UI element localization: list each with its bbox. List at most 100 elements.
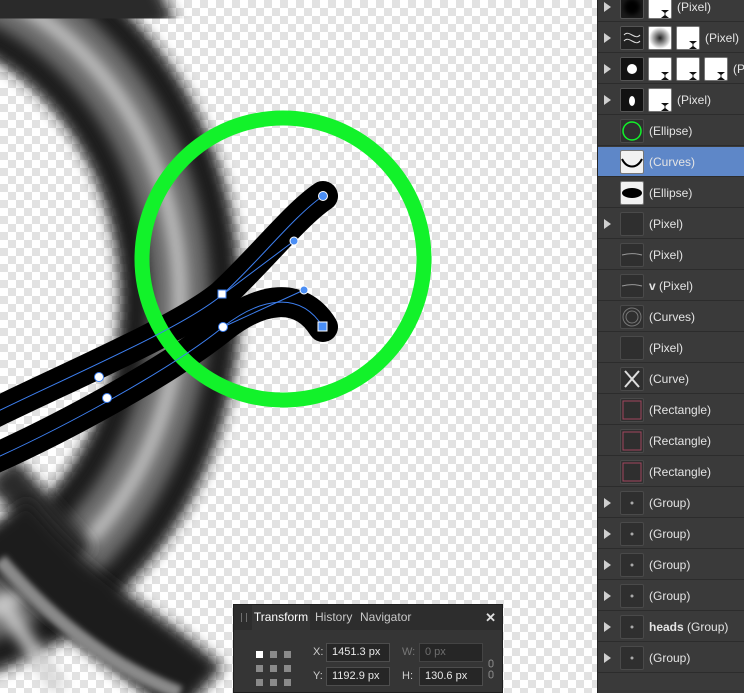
layer-label: (Curve): [649, 372, 689, 386]
layer-row[interactable]: (Pixel): [598, 85, 744, 115]
dot-thumb: [620, 584, 644, 608]
layer-label: (Rectangle): [649, 465, 711, 479]
layer-row[interactable]: (Group): [598, 488, 744, 518]
layer-label: (Pixel): [677, 93, 711, 107]
dot-thumb: [620, 491, 644, 515]
layer-row[interactable]: (Pixel): [598, 209, 744, 239]
green-ring-thumb: [620, 119, 644, 143]
mask-thumb: [704, 57, 728, 81]
mask-thumb: [648, 0, 672, 19]
expand-arrow-icon[interactable]: [604, 498, 611, 508]
anchor-bottom-right[interactable]: [284, 679, 291, 686]
layer-type: (Group): [649, 527, 691, 541]
layer-row[interactable]: (Ellipse): [598, 116, 744, 146]
layer-row[interactable]: (Curves): [598, 147, 744, 177]
layer-row[interactable]: (Curves): [598, 302, 744, 332]
anchor-bottom-center[interactable]: [270, 679, 277, 686]
layer-label: (Group): [649, 496, 690, 510]
layers-panel: (Pixel) (Pixel) (P (Pixel) (Ellipse) (Curves)…: [597, 0, 744, 693]
layer-name: heads: [649, 620, 684, 634]
layer-label: (Rectangle): [649, 434, 711, 448]
line-thumb: [620, 274, 644, 298]
layer-type: (Ellipse): [649, 124, 693, 138]
layer-label: (Curves): [649, 310, 695, 324]
layer-row[interactable]: (Rectangle): [598, 457, 744, 487]
layer-row[interactable]: (Pixel): [598, 23, 744, 53]
layer-row[interactable]: (Group): [598, 643, 744, 673]
expand-arrow-icon[interactable]: [604, 622, 611, 632]
layer-row[interactable]: v (Pixel): [598, 271, 744, 301]
layer-row[interactable]: heads (Group): [598, 612, 744, 642]
rect-thumb: [620, 398, 644, 422]
expand-arrow-icon[interactable]: [604, 591, 611, 601]
mask-thumb: [676, 57, 700, 81]
anchor-top-left[interactable]: [256, 651, 263, 658]
layer-type: (Ellipse): [649, 186, 693, 200]
dot-thumb: [620, 522, 644, 546]
tab-transform[interactable]: Transform: [252, 605, 310, 630]
layer-type: (Pixel): [649, 217, 684, 231]
y-field[interactable]: 1192.9 px: [326, 667, 390, 686]
layer-label: (Ellipse): [649, 186, 692, 200]
anchor-bottom-left[interactable]: [256, 679, 263, 686]
layer-row[interactable]: (Group): [598, 519, 744, 549]
x-field[interactable]: 1451.3 px: [326, 643, 390, 662]
expand-arrow-icon[interactable]: [604, 560, 611, 570]
mask-thumb: [676, 26, 700, 50]
y-label: Y:: [313, 670, 323, 682]
layer-label: (Group): [649, 527, 690, 541]
expand-arrow-icon[interactable]: [604, 64, 611, 74]
document-canvas[interactable]: [0, 0, 597, 693]
layer-row[interactable]: (P: [598, 54, 744, 84]
h-label: H:: [402, 670, 413, 682]
anchor-point-selector[interactable]: [256, 651, 292, 687]
layer-row[interactable]: (Rectangle): [598, 426, 744, 456]
w-field[interactable]: 0 px: [419, 643, 483, 662]
dot-thumb: [620, 553, 644, 577]
layer-row[interactable]: (Curve): [598, 364, 744, 394]
expand-arrow-icon[interactable]: [604, 33, 611, 43]
layer-type: (Pixel): [677, 0, 712, 14]
layer-label: (Curves): [649, 155, 695, 169]
blank-thumb: [620, 336, 644, 360]
layer-row[interactable]: (Pixel): [598, 0, 744, 22]
cross-thumb: [620, 367, 644, 391]
glow-thumb: [620, 57, 644, 81]
expand-arrow-icon[interactable]: [604, 529, 611, 539]
layer-type: (Group): [649, 558, 691, 572]
tab-history[interactable]: History: [315, 605, 352, 630]
blank-thumb: [620, 212, 644, 236]
anchor-middle-right[interactable]: [284, 665, 291, 672]
layer-type: (Pixel): [705, 31, 740, 45]
layer-row[interactable]: (Group): [598, 550, 744, 580]
h-field[interactable]: 130.6 px: [419, 667, 483, 686]
expand-arrow-icon[interactable]: [604, 219, 611, 229]
layer-row[interactable]: (Rectangle): [598, 395, 744, 425]
anchor-top-right[interactable]: [284, 651, 291, 658]
layer-row[interactable]: (Ellipse): [598, 178, 744, 208]
layer-label: v (Pixel): [649, 279, 693, 293]
dot-thumb: [620, 646, 644, 670]
curve-thumb: [620, 150, 644, 174]
layer-row[interactable]: (Pixel): [598, 333, 744, 363]
layer-label: (Ellipse): [649, 124, 692, 138]
layer-label: (Pixel): [649, 341, 683, 355]
layer-row[interactable]: (Pixel): [598, 240, 744, 270]
tab-navigator[interactable]: Navigator: [360, 605, 411, 630]
panel-grip-icon[interactable]: [241, 613, 247, 622]
anchor-top-center[interactable]: [270, 651, 277, 658]
expand-arrow-icon[interactable]: [604, 95, 611, 105]
layer-label: (P: [733, 62, 744, 76]
expand-arrow-icon[interactable]: [604, 653, 611, 663]
anchor-center[interactable]: [270, 665, 277, 672]
spot-thumb: [620, 88, 644, 112]
anchor-middle-left[interactable]: [256, 665, 263, 672]
expand-arrow-icon[interactable]: [604, 2, 611, 12]
layer-label: (Pixel): [649, 217, 683, 231]
rect-thumb: [620, 460, 644, 484]
layer-type: (Curves): [649, 310, 696, 324]
layer-row[interactable]: (Group): [598, 581, 744, 611]
close-icon[interactable]: ✕: [485, 610, 496, 626]
mask-thumb: [648, 88, 672, 112]
link-aspect-icon[interactable]: [488, 659, 494, 679]
